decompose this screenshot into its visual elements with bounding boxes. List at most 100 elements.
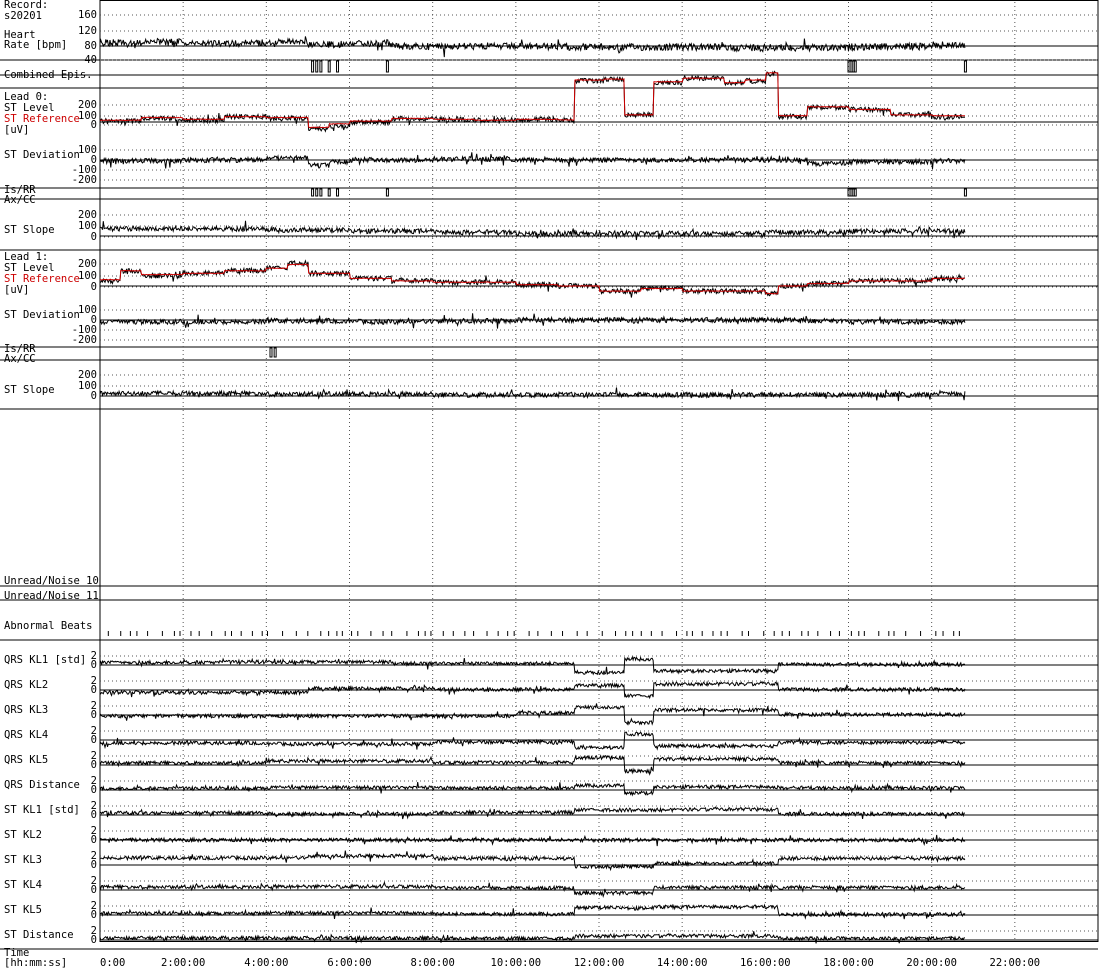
y-tick-label: 0 [91, 231, 97, 243]
record-id: s20201 [4, 10, 42, 22]
chart-grid [100, 2, 1098, 941]
panel-label: Ax/CC [4, 353, 36, 365]
panel-label: Combined Epis. [4, 69, 93, 81]
y-tick-label: 0 [91, 684, 97, 696]
signal-trace [99, 259, 965, 298]
episode-marker [963, 188, 967, 197]
panel-label: ST Distance [4, 929, 74, 941]
panel-label: ST KL5 [4, 904, 42, 916]
panel-label: ST Slope [4, 384, 55, 396]
y-tick-label: 0 [91, 759, 97, 771]
episode-marker [273, 347, 277, 358]
y-tick-label: 0 [91, 734, 97, 746]
x-tick-label: 0:00 [100, 957, 125, 969]
y-tick-label: 0 [91, 909, 97, 921]
signal-trace [99, 850, 966, 872]
y-tick-label: 0 [91, 934, 97, 946]
episode-marker [311, 60, 315, 73]
plot-frame [0, 0, 1099, 950]
signal-trace [99, 313, 966, 329]
episode-marker [853, 188, 857, 197]
y-tick-label: 40 [84, 54, 97, 66]
episode-marker [327, 60, 331, 73]
signal-trace [99, 731, 966, 751]
signal-trace [99, 782, 966, 797]
episode-marker [385, 60, 389, 73]
panel-label: Unread/Noise 10 [4, 575, 99, 587]
signal-trace [99, 703, 966, 726]
episode-marker [269, 347, 273, 358]
y-tick-label: 0 [91, 884, 97, 896]
panel-label: [uV] [4, 124, 29, 136]
signal-trace [99, 152, 966, 170]
st-analysis-chart: Record: s20201 HeartRate [bpm]1601208040… [0, 0, 1099, 969]
y-tick-label: 0 [91, 659, 97, 671]
panel-label: Abnormal Beats [4, 620, 93, 632]
x-tick-label: 22:00:00 [990, 957, 1041, 969]
panel-label: ST KL1 [std] [4, 804, 80, 816]
episode-marker [963, 60, 967, 73]
y-tick-label: 0 [91, 859, 97, 871]
x-tick-label: 2:00:00 [161, 957, 205, 969]
episode-marker [853, 60, 857, 73]
panel-label: QRS KL3 [4, 704, 48, 716]
panel-label: ST Deviation [4, 309, 80, 321]
episode-marker [315, 60, 319, 73]
x-tick-label: 8:00:00 [411, 957, 455, 969]
y-tick-label: 0 [91, 784, 97, 796]
panel-label: ST KL2 [4, 829, 42, 841]
x-tick-label: 18:00:00 [823, 957, 874, 969]
y-tick-label: 200 [78, 258, 97, 270]
signal-trace [99, 903, 966, 920]
panel-labels: Record: s20201 HeartRate [bpm]1601208040… [4, 0, 99, 946]
episode-marker [319, 60, 323, 73]
panel-label: ST Slope [4, 224, 55, 236]
panel-label: Unread/Noise 11 [4, 590, 99, 602]
y-tick-label: 120 [78, 25, 97, 37]
x-tick-label: 14:00:00 [657, 957, 708, 969]
x-tick-label: 20:00:00 [906, 957, 957, 969]
episode-marker [319, 188, 323, 197]
y-tick-label: 80 [84, 40, 97, 52]
y-tick-label: 0 [91, 834, 97, 846]
panel-label: QRS KL2 [4, 679, 48, 691]
episode-marker [385, 188, 389, 197]
x-tick-label: 6:00:00 [327, 957, 371, 969]
signal-trace [99, 387, 966, 402]
signal-trace [99, 881, 966, 898]
st-reference-trace [99, 72, 966, 129]
panel-label: ST Deviation [4, 149, 80, 161]
episode-marker [311, 188, 315, 197]
y-tick-label: 0 [91, 281, 97, 293]
panel-label: QRS KL4 [4, 729, 48, 741]
panel-label: Rate [bpm] [4, 39, 67, 51]
panel-label: Ax/CC [4, 194, 36, 206]
signal-trace [99, 36, 966, 58]
x-tick-label: 10:00:00 [491, 957, 542, 969]
x-axis-label: [hh:mm:ss] [4, 957, 67, 969]
panel-label: QRS KL5 [4, 754, 48, 766]
y-tick-label: 0 [91, 809, 97, 821]
y-tick-label: 0 [91, 709, 97, 721]
panel-label: QRS KL1 [std] [4, 654, 86, 666]
y-tick-label: -200 [72, 174, 97, 186]
chart-traces [99, 36, 967, 944]
y-tick-label: -200 [72, 334, 97, 346]
episode-marker [336, 60, 340, 73]
x-tick-label: 16:00:00 [740, 957, 791, 969]
x-tick-label: 4:00:00 [244, 957, 288, 969]
y-tick-label: 160 [78, 9, 97, 21]
st-reference-trace [99, 263, 965, 295]
panel-label: [uV] [4, 284, 29, 296]
episode-marker [315, 188, 319, 197]
episode-marker [336, 188, 340, 197]
signal-trace [99, 806, 965, 820]
panel-label: ST KL3 [4, 854, 42, 866]
signal-trace [99, 655, 966, 676]
y-tick-label: 0 [91, 390, 97, 402]
y-tick-label: 0 [91, 119, 97, 131]
episode-marker [327, 188, 331, 197]
panel-label: QRS Distance [4, 779, 80, 791]
x-tick-label: 12:00:00 [574, 957, 625, 969]
time-axis: 0:00 2:00:00 4:00:00 6:00:00 8:00:00 10:00:00… [4, 947, 1040, 969]
